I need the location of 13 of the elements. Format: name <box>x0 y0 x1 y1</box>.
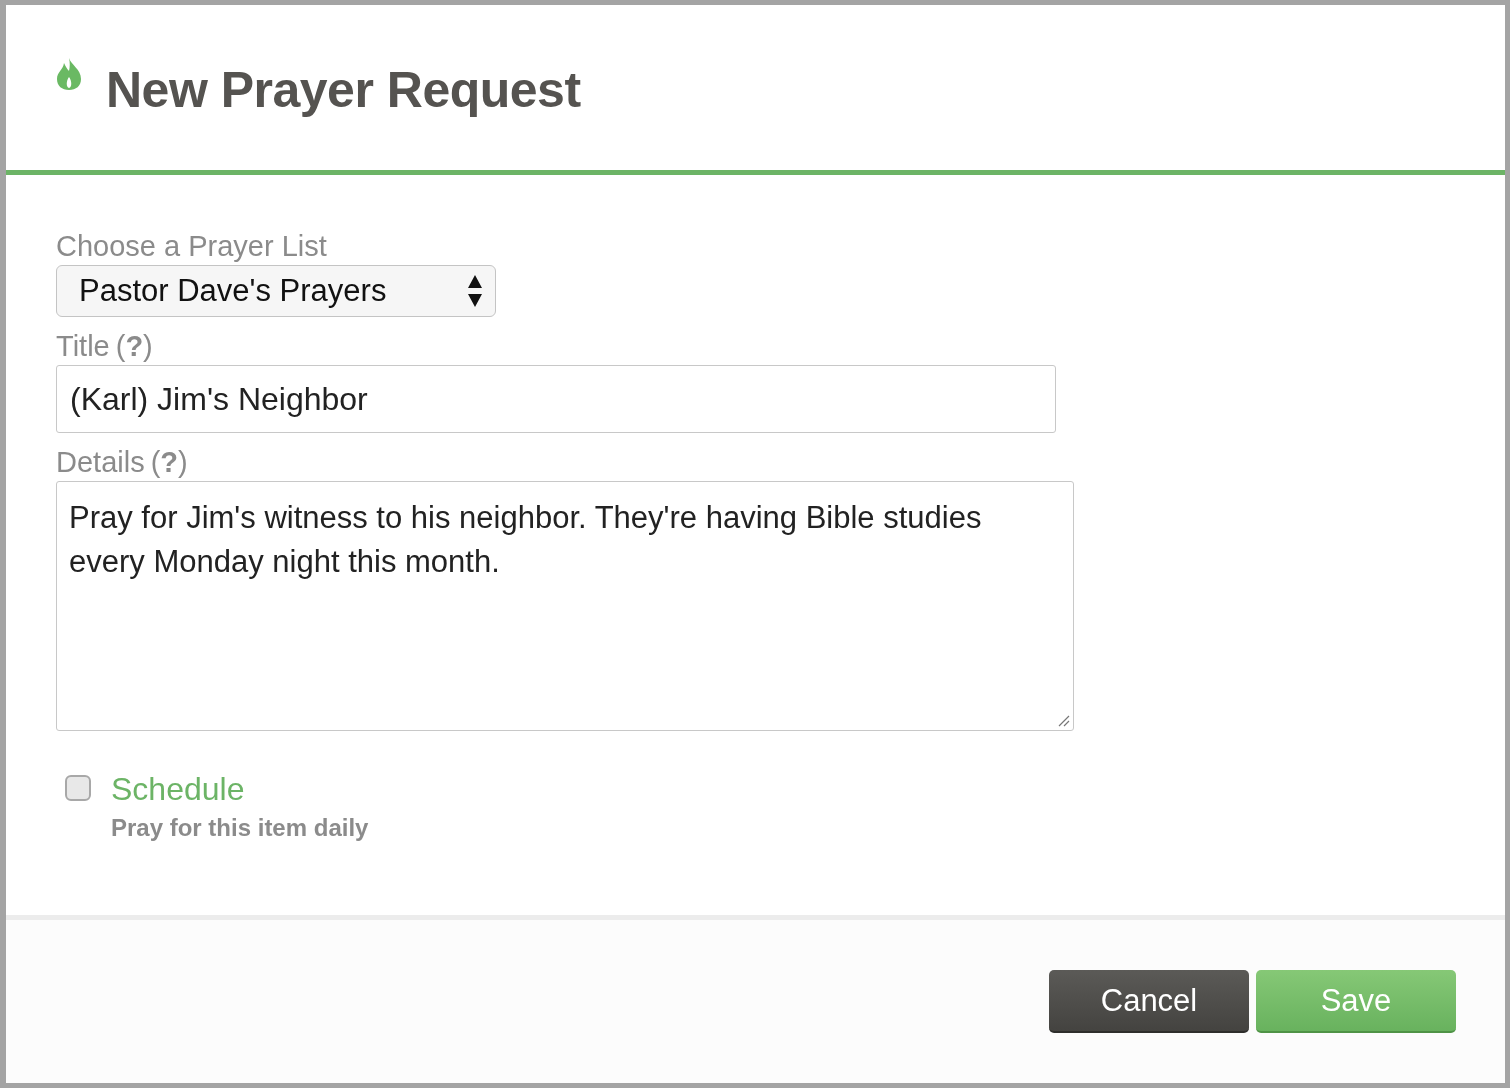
flame-icon <box>56 57 82 91</box>
field-label: Details <box>56 445 145 480</box>
resize-grip-icon[interactable] <box>1056 713 1070 727</box>
schedule-checkbox[interactable] <box>65 775 91 801</box>
schedule-hint: Pray for this item daily <box>111 813 369 843</box>
details-field[interactable]: Pray for Jim's witness to his neighbor. They're having Bible studies every Monday night this month. <box>56 481 1074 731</box>
prayer-list-dropdown[interactable]: Pastor Dave's Prayers <box>56 265 496 317</box>
title-field[interactable]: (Karl) Jim's Neighbor <box>56 365 1056 433</box>
up-down-arrows-icon <box>467 273 483 309</box>
field-label: Title <box>56 329 110 364</box>
dialog-title: New Prayer Request <box>106 61 581 119</box>
field-label: Choose a Prayer List <box>56 229 327 264</box>
cancel-button[interactable]: Cancel <box>1049 970 1249 1033</box>
